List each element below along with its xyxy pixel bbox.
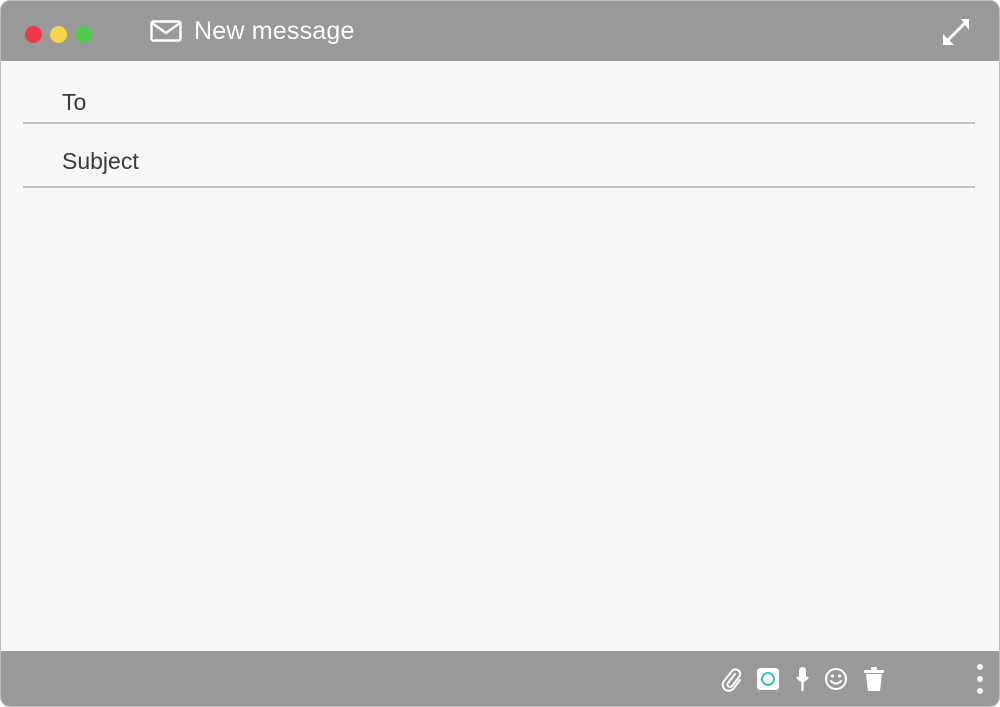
- subject-field: Subject: [23, 141, 975, 188]
- mail-icon: [150, 20, 182, 42]
- to-input[interactable]: [163, 85, 967, 119]
- emoji-icon[interactable]: [824, 666, 848, 692]
- maximize-window-button[interactable]: [75, 26, 92, 43]
- title-bar: New message: [1, 1, 999, 61]
- bottom-toolbar: [1, 651, 999, 706]
- trash-icon[interactable]: [862, 666, 886, 692]
- close-window-button[interactable]: [25, 26, 42, 43]
- to-field: To: [23, 81, 975, 124]
- subject-input[interactable]: [163, 145, 967, 179]
- more-vertical-icon[interactable]: [971, 663, 989, 697]
- message-body-input[interactable]: [23, 201, 979, 645]
- to-label: To: [62, 89, 87, 115]
- window-title: New message: [194, 17, 355, 45]
- minimize-window-button[interactable]: [50, 26, 67, 43]
- microphone-icon[interactable]: [791, 666, 815, 692]
- paperclip-icon[interactable]: [720, 666, 744, 692]
- photo-icon[interactable]: [756, 666, 780, 692]
- expand-icon[interactable]: [941, 17, 971, 47]
- subject-label: Subject: [62, 148, 139, 174]
- compose-window: New message To Subject: [0, 0, 1000, 707]
